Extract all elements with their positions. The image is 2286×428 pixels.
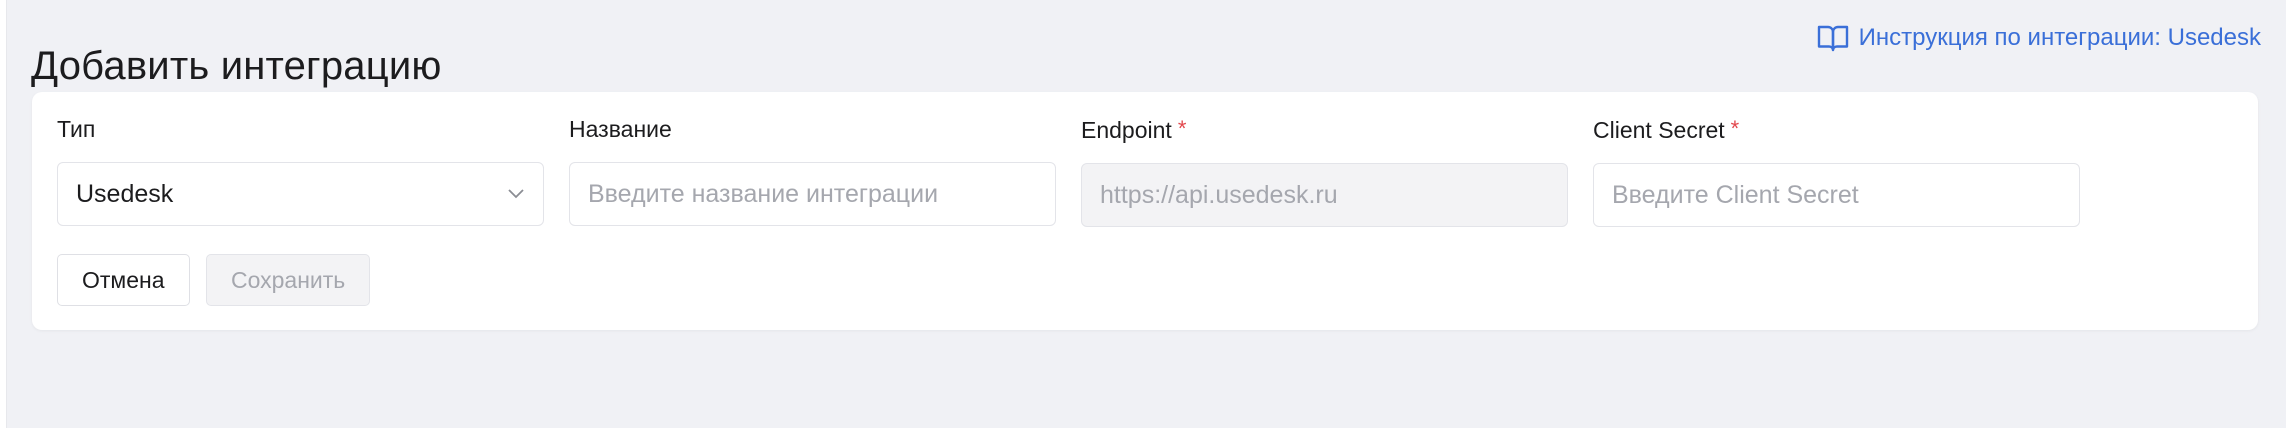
name-field: Название (569, 110, 1056, 226)
client-secret-label: Client Secret * (1593, 116, 1740, 143)
name-input[interactable] (569, 162, 1056, 226)
type-label: Тип (57, 116, 96, 142)
integration-form-card: Тип Usedesk Название Endpoint* Client Se… (32, 92, 2258, 330)
client-secret-field: Client Secret * (1593, 110, 2080, 227)
required-mark: * (1177, 116, 1187, 141)
name-label: Название (569, 116, 672, 142)
endpoint-label: Endpoint * (1081, 116, 1187, 143)
type-field: Тип Usedesk (57, 110, 544, 226)
cancel-button[interactable]: Отмена (57, 254, 190, 306)
sidebar-edge (0, 0, 7, 428)
page-title: Добавить интеграцию (31, 43, 442, 88)
integration-help-link[interactable]: Инструкция по интеграции: Usedesk (1817, 20, 2261, 56)
book-icon (1817, 24, 1849, 52)
client-secret-input[interactable] (1593, 163, 2080, 227)
endpoint-input (1081, 163, 1568, 227)
type-select[interactable]: Usedesk (57, 162, 544, 226)
type-select-value: Usedesk (76, 179, 174, 208)
integration-help-link-label: Инструкция по интеграции: Usedesk (1858, 24, 2261, 51)
chevron-down-icon (507, 188, 525, 200)
endpoint-field: Endpoint * (1081, 110, 1568, 227)
save-button[interactable]: Сохранить (206, 254, 371, 306)
required-mark: * (1730, 116, 1740, 141)
